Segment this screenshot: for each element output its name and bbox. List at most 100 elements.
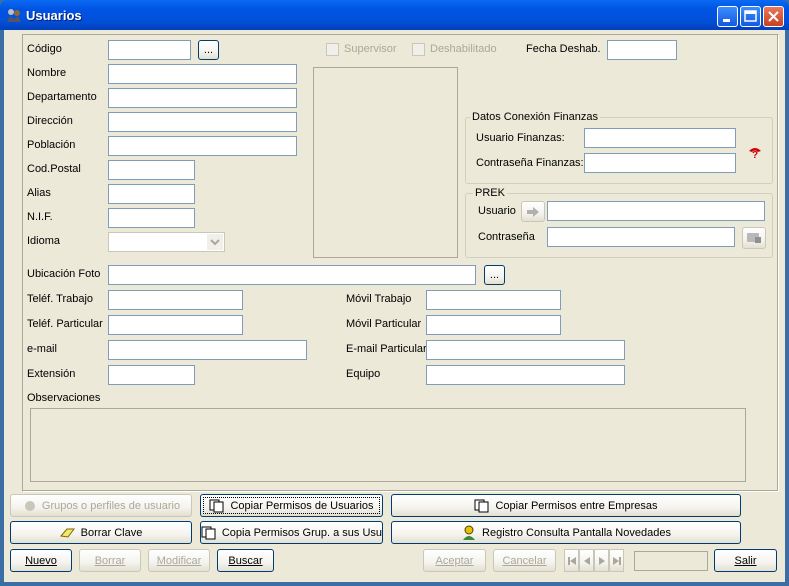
modificar-button[interactable]: Modificar xyxy=(148,549,210,572)
grupos-perfiles-label: Grupos o perfiles de usuario xyxy=(41,499,181,512)
chevron-down-icon xyxy=(210,239,220,246)
idioma-dropdown-button[interactable] xyxy=(207,234,223,250)
copy-icon xyxy=(474,499,489,512)
poblacion-label: Población xyxy=(27,139,76,151)
arrow-right-icon xyxy=(527,206,539,217)
finanzas-help-icon[interactable]: ? xyxy=(747,145,763,159)
aceptar-label: Aceptar xyxy=(435,554,474,567)
borrar-button[interactable]: Borrar xyxy=(79,549,141,572)
movil-particular-label: Móvil Particular xyxy=(346,318,422,330)
copia-permisos-grup-button[interactable]: Copia Permisos Grup. a sus Usu xyxy=(200,521,383,544)
copia-permisos-grup-label: Copia Permisos Grup. a sus Usu xyxy=(221,526,382,539)
codigo-input[interactable] xyxy=(108,40,191,60)
alias-label: Alias xyxy=(27,187,51,199)
copy-icon xyxy=(201,526,216,539)
buscar-button[interactable]: Buscar xyxy=(217,549,274,572)
window-title: Usuarios xyxy=(26,8,82,23)
close-icon xyxy=(768,11,779,22)
last-record-button[interactable] xyxy=(609,549,624,572)
telef-trabajo-input[interactable] xyxy=(108,290,243,310)
prek-contrasena-button[interactable] xyxy=(742,227,766,249)
codigo-label: Código xyxy=(27,43,62,55)
registro-consulta-label: Registro Consulta Pantalla Novedades xyxy=(482,526,671,539)
last-icon xyxy=(612,556,621,565)
next-icon xyxy=(598,556,605,565)
svg-text:?: ? xyxy=(752,150,758,159)
equipo-input[interactable] xyxy=(426,365,625,385)
first-icon xyxy=(567,556,576,565)
record-indicator xyxy=(634,551,708,571)
copiar-permisos-usuarios-button[interactable]: Copiar Permisos de Usuarios xyxy=(200,494,383,517)
copiar-permisos-empresas-label: Copiar Permisos entre Empresas xyxy=(495,499,658,512)
cancelar-label: Cancelar xyxy=(502,554,547,567)
aceptar-button[interactable]: Aceptar xyxy=(423,549,486,572)
direccion-label: Dirección xyxy=(27,115,73,127)
minimize-button[interactable] xyxy=(717,6,738,27)
salir-button[interactable]: Salir xyxy=(714,549,777,572)
nif-input[interactable] xyxy=(108,208,195,228)
idioma-select[interactable] xyxy=(108,232,225,252)
idioma-label: Idioma xyxy=(27,235,61,247)
extension-label: Extensión xyxy=(27,368,76,380)
supervisor-checkbox[interactable] xyxy=(326,43,339,56)
borrar-clave-label: Borrar Clave xyxy=(80,526,143,539)
alias-input[interactable] xyxy=(108,184,195,204)
departamento-input[interactable] xyxy=(108,88,297,108)
maximize-icon xyxy=(744,10,757,22)
minimize-icon xyxy=(723,19,730,22)
extension-input[interactable] xyxy=(108,365,195,385)
codigo-browse-button[interactable]: ... xyxy=(198,40,219,60)
movil-particular-input[interactable] xyxy=(426,315,561,335)
cancelar-button[interactable]: Cancelar xyxy=(493,549,556,572)
equipo-label: Equipo xyxy=(346,368,381,380)
borrar-clave-button[interactable]: Borrar Clave xyxy=(10,521,192,544)
departamento-label: Departamento xyxy=(27,91,97,103)
grupos-perfiles-button[interactable]: Grupos o perfiles de usuario xyxy=(10,494,192,517)
prek-group-label: PREK xyxy=(473,187,507,199)
observaciones-textarea[interactable] xyxy=(30,408,746,482)
telef-particular-label: Teléf. Particular xyxy=(27,318,103,330)
registro-consulta-button[interactable]: Registro Consulta Pantalla Novedades xyxy=(391,521,741,544)
movil-trabajo-input[interactable] xyxy=(426,290,561,310)
copy-icon xyxy=(209,499,224,512)
close-button[interactable] xyxy=(763,6,784,27)
nuevo-button[interactable]: Nuevo xyxy=(10,549,72,572)
poblacion-input[interactable] xyxy=(108,136,297,156)
cod-postal-input[interactable] xyxy=(108,160,195,180)
salir-label: Salir xyxy=(734,554,757,567)
usuario-finanzas-input[interactable] xyxy=(584,128,736,148)
copiar-permisos-usuarios-label: Copiar Permisos de Usuarios xyxy=(230,499,374,512)
email-particular-input[interactable] xyxy=(426,340,625,360)
next-record-button[interactable] xyxy=(594,549,609,572)
prev-icon xyxy=(583,556,590,565)
copiar-permisos-empresas-button[interactable]: Copiar Permisos entre Empresas xyxy=(391,494,741,517)
prek-usuario-input[interactable] xyxy=(547,201,765,221)
movil-trabajo-label: Móvil Trabajo xyxy=(346,293,412,305)
ubicacion-foto-label: Ubicación Foto xyxy=(27,268,101,280)
groups-icon xyxy=(24,500,35,511)
direccion-input[interactable] xyxy=(108,112,297,132)
eraser-icon xyxy=(59,528,75,538)
prek-contrasena-label: Contraseña xyxy=(478,231,535,243)
telef-particular-input[interactable] xyxy=(108,315,243,335)
finanzas-group-label: Datos Conexión Finanzas xyxy=(470,111,600,123)
buscar-label: Buscar xyxy=(228,554,263,567)
email-input[interactable] xyxy=(108,340,307,360)
fecha-deshab-input[interactable] xyxy=(607,40,677,60)
deshabilitado-checkbox[interactable] xyxy=(412,43,425,56)
nombre-label: Nombre xyxy=(27,67,67,79)
prek-usuario-button[interactable] xyxy=(521,201,545,222)
contrasena-finanzas-label: Contraseña Finanzas: xyxy=(476,157,584,169)
title-bar[interactable]: Usuarios xyxy=(0,0,789,30)
email-particular-label: E-mail Particular xyxy=(346,343,427,355)
first-record-button[interactable] xyxy=(564,549,579,572)
nif-label: N.I.F. xyxy=(27,211,53,223)
observaciones-label: Observaciones xyxy=(27,392,101,404)
nombre-input[interactable] xyxy=(108,64,297,84)
prek-contrasena-input[interactable] xyxy=(547,227,735,247)
prev-record-button[interactable] xyxy=(579,549,594,572)
ubicacion-foto-input[interactable] xyxy=(108,265,476,285)
contrasena-finanzas-input[interactable] xyxy=(584,153,736,173)
maximize-button[interactable] xyxy=(740,6,761,27)
ubicacion-foto-browse-button[interactable]: ... xyxy=(484,265,505,285)
